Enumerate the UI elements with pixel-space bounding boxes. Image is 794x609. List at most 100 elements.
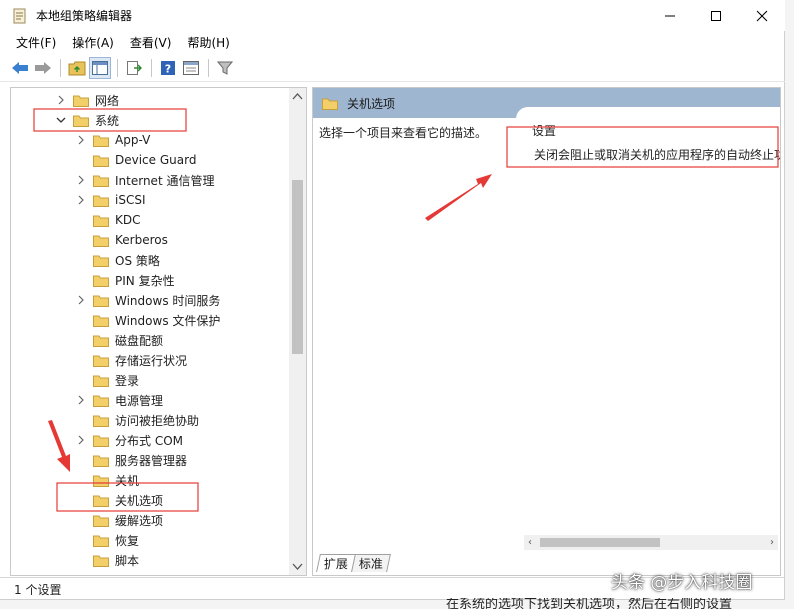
details-tab-notch — [516, 107, 780, 119]
help-button[interactable]: ? — [157, 57, 179, 79]
menu-action[interactable]: 操作(A) — [64, 34, 122, 51]
chevron-down-icon[interactable] — [55, 110, 67, 130]
tree-item[interactable]: 电源管理 — [75, 390, 163, 410]
menu-view[interactable]: 查看(V) — [122, 34, 180, 51]
folder-icon — [93, 495, 109, 507]
tree-item[interactable]: Device Guard — [75, 150, 196, 170]
tree-item-label: 关机 — [115, 473, 140, 488]
chevron-right-icon[interactable] — [75, 430, 87, 450]
toolbar: ? — [0, 54, 785, 82]
details-horizontal-scrollbar[interactable]: ‹ › — [524, 535, 778, 550]
tab-standard[interactable]: 标准 — [351, 554, 391, 572]
chevron-right-icon[interactable] — [75, 170, 87, 190]
scroll-left-icon[interactable]: ‹ — [528, 537, 532, 548]
minimize-button[interactable] — [647, 0, 693, 31]
tree-item-label: Device Guard — [115, 153, 197, 167]
forward-icon — [35, 61, 51, 74]
tree-item[interactable]: 访问被拒绝协助 — [75, 410, 199, 430]
watermark: 头条 @步入科技圈 — [611, 573, 753, 593]
toolbar-separator — [208, 58, 209, 77]
chevron-right-icon[interactable] — [55, 90, 67, 110]
properties-icon — [183, 60, 199, 75]
maximize-button[interactable] — [693, 0, 739, 31]
tree-vertical-scrollbar[interactable] — [289, 88, 306, 575]
folder-icon — [93, 275, 109, 287]
tree-item[interactable]: 系统 — [55, 110, 119, 130]
tree-item[interactable]: 登录 — [75, 370, 139, 390]
tree-item[interactable]: 关机 — [75, 470, 139, 490]
close-button[interactable] — [739, 0, 785, 31]
tree-item[interactable]: Internet 通信管理 — [75, 170, 214, 190]
tree-item-label: OS 策略 — [115, 253, 160, 268]
tree-item-label: 分布式 COM — [115, 433, 183, 448]
tree-item-label: iSCSI — [115, 193, 146, 207]
scroll-right-icon[interactable]: › — [770, 537, 774, 548]
tree-item-label: Windows 文件保护 — [115, 313, 221, 328]
setting-row[interactable]: 关闭会阻止或取消关机的应用程序的自动终止功能 — [530, 144, 780, 164]
background-article-text: 在系统的选项下找到关机选项，然后在右侧的设置 — [446, 598, 733, 609]
tree-item[interactable]: iSCSI — [75, 190, 146, 210]
tree-item-label: 磁盘配额 — [115, 333, 164, 348]
up-folder-button[interactable] — [66, 57, 88, 79]
tree-item[interactable]: Windows 时间服务 — [75, 290, 220, 310]
tree-item-label: 服务器管理器 — [115, 453, 188, 468]
folder-icon — [93, 415, 109, 427]
menu-help[interactable]: 帮助(H) — [179, 34, 237, 51]
tree-item[interactable]: 网络 — [55, 90, 119, 110]
folder-icon — [93, 355, 109, 367]
folder-icon — [93, 255, 109, 267]
chevron-right-icon[interactable] — [75, 290, 87, 310]
tab-extended[interactable]: 扩展 — [316, 554, 356, 572]
chevron-right-icon[interactable] — [75, 130, 87, 150]
filter-button[interactable] — [214, 57, 236, 79]
help-icon: ? — [161, 60, 175, 75]
back-button[interactable] — [9, 57, 31, 79]
export-list-button[interactable] — [123, 57, 145, 79]
scroll-up-icon[interactable] — [292, 92, 303, 100]
tab-standard-label: 标准 — [358, 557, 383, 571]
properties-button[interactable] — [180, 57, 202, 79]
tree-item-label: 恢复 — [115, 533, 140, 548]
tree-item[interactable]: 分布式 COM — [75, 430, 183, 450]
details-scroll-thumb[interactable] — [540, 538, 660, 547]
maximize-icon — [711, 10, 721, 21]
tree-item[interactable]: Kerberos — [75, 230, 168, 250]
menu-file[interactable]: 文件(F) — [8, 34, 64, 51]
menu-bar: 文件(F) 操作(A) 查看(V) 帮助(H) — [0, 31, 785, 53]
chevron-right-icon[interactable] — [75, 190, 87, 210]
tree-item-label: 脚本 — [115, 553, 140, 568]
scroll-down-icon[interactable] — [292, 563, 303, 571]
tree-item[interactable]: 服务器管理器 — [75, 450, 187, 470]
folder-icon — [73, 115, 89, 127]
tree-item[interactable]: Windows 文件保护 — [75, 310, 220, 330]
toolbar-separator — [117, 58, 118, 77]
tree-item[interactable]: 磁盘配额 — [75, 330, 163, 350]
policy-tree-pane[interactable]: 网络 系统 App-V Device Guard Internet 通信管理 iSCSI K… — [10, 87, 307, 576]
tree-item[interactable]: PIN 复杂性 — [75, 270, 175, 290]
description-text: 选择一个项目来查看它的描述。 — [319, 126, 488, 140]
tree-item[interactable]: KDC — [75, 210, 141, 230]
tree-scroll-thumb[interactable] — [292, 180, 303, 354]
toolbar-separator — [151, 58, 152, 77]
tree-item[interactable]: 缓解选项 — [75, 510, 163, 530]
tree-item-label: Internet 通信管理 — [115, 173, 215, 188]
tree-item[interactable]: 存储运行状况 — [75, 350, 187, 370]
folder-icon — [93, 135, 109, 147]
tree-item[interactable]: 恢复 — [75, 530, 139, 550]
folder-icon — [73, 95, 89, 107]
tree-item[interactable]: OS 策略 — [75, 250, 160, 270]
tree-item[interactable]: App-V — [75, 130, 150, 150]
show-hide-tree-button[interactable] — [89, 56, 111, 79]
chevron-right-icon[interactable] — [75, 390, 87, 410]
tree-item[interactable]: 脚本 — [75, 550, 139, 570]
tree-item[interactable]: 关机选项 — [75, 490, 163, 510]
group-policy-editor-window: 本地组策略编辑器 文件(F) 操作(A) 查看(V) 帮助(H) ? 网络 系统… — [0, 0, 785, 600]
forward-button[interactable] — [32, 57, 54, 79]
settings-column-header[interactable]: 设置 — [532, 122, 556, 139]
